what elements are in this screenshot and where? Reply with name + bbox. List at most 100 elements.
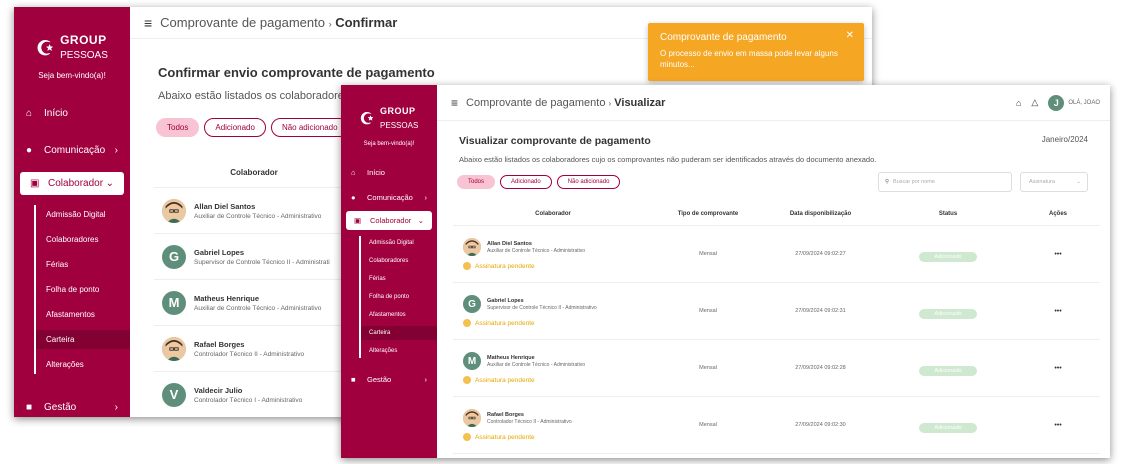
submenu-item[interactable]: Colaboradores bbox=[36, 230, 130, 249]
submenu-item[interactable]: Afastamentos bbox=[36, 305, 130, 324]
visualize-window: ☪ GROUP PESSOAS Seja bem-vindo(a)! ⌂ Iníci… bbox=[341, 85, 1110, 458]
nav-gestao[interactable]: ■ Gestão › bbox=[341, 370, 437, 389]
nav-comunicacao[interactable]: ● Comunicação › bbox=[14, 139, 130, 162]
home-icon: ⌂ bbox=[26, 108, 33, 119]
employee-role: Auxiliar de Controle Técnico - Administr… bbox=[194, 212, 322, 220]
table-row[interactable]: Allan Diel Santos Auxiliar de Controle Té… bbox=[453, 226, 1100, 283]
menu-icon[interactable]: ≡ bbox=[144, 15, 152, 31]
submenu-item[interactable]: Carteira bbox=[361, 326, 437, 340]
pending-dot-icon bbox=[463, 433, 471, 441]
chevron-right-icon: › bbox=[114, 145, 118, 156]
table-row[interactable]: M Matheus Henrique Auxiliar de Controle Té… bbox=[453, 340, 1100, 397]
submenu-item[interactable]: Folha de ponto bbox=[36, 280, 130, 299]
filter-nao-adicionado[interactable]: Não adicionado bbox=[556, 175, 621, 189]
col-colaborador: Colaborador bbox=[535, 210, 571, 217]
pending-dot-icon bbox=[463, 319, 471, 327]
person-photo-icon bbox=[463, 409, 481, 427]
table-row[interactable]: G Gabriel Lopes Supervisor de Controle Téc… bbox=[154, 234, 354, 280]
nav-gestao[interactable]: ■ Gestão › bbox=[14, 396, 130, 417]
toast-notification: ✕ Comprovante de pagamento O processo de… bbox=[648, 23, 864, 81]
chevron-down-icon: ⌄ bbox=[105, 178, 114, 189]
person-photo-icon bbox=[162, 336, 186, 361]
employee-role: Controlador Técnico I - Administrativo bbox=[194, 396, 303, 404]
status-badge: Adicionado bbox=[919, 423, 977, 433]
employee-name: Allan Diel Santos bbox=[194, 201, 256, 211]
signature-pending: Assinatura pendente bbox=[463, 262, 653, 270]
more-actions-icon[interactable]: ••• bbox=[1018, 251, 1098, 258]
avatar bbox=[162, 198, 186, 223]
signature-select[interactable]: Assinatura ⌄ bbox=[1020, 172, 1088, 192]
table-row[interactable]: Rafael Borges Controlador Técnico II - Ad… bbox=[154, 326, 354, 372]
submenu-item[interactable]: Afastamentos bbox=[361, 308, 437, 322]
more-actions-icon[interactable]: ••• bbox=[1018, 365, 1098, 372]
sidebar: ☪ GROUP PESSOAS Seja bem-vindo(a)! ⌂ Iníci… bbox=[14, 7, 130, 417]
briefcase-icon: ■ bbox=[26, 402, 33, 413]
payment-type: Mensal bbox=[699, 422, 717, 428]
chevron-right-icon: › bbox=[424, 375, 428, 384]
available-date: 27/09/2024 09:02:28 bbox=[795, 365, 846, 371]
menu-icon[interactable]: ≡ bbox=[451, 96, 458, 110]
submenu-item[interactable]: Férias bbox=[361, 272, 437, 286]
chevron-down-icon: ⌄ bbox=[1076, 179, 1081, 185]
nav-comunicacao[interactable]: ● Comunicação › bbox=[341, 188, 437, 207]
submenu-item[interactable]: Carteira bbox=[36, 330, 130, 349]
chat-icon: ● bbox=[26, 145, 33, 156]
page-subtitle: Abaixo estão listados os colaboradores c… bbox=[459, 155, 877, 164]
chevron-right-icon: › bbox=[424, 193, 428, 202]
home-icon[interactable]: ⌂ bbox=[1016, 98, 1021, 108]
avatar: V bbox=[162, 382, 186, 407]
submenu-item[interactable]: Folha de ponto bbox=[361, 290, 437, 304]
colaborador-list: Allan Diel Santos Auxiliar de Controle Té… bbox=[154, 187, 354, 417]
col-acoes: Ações bbox=[1048, 210, 1067, 217]
submenu-item[interactable]: Admissão Digital bbox=[361, 236, 437, 250]
nav-inicio[interactable]: ⌂ Início bbox=[14, 102, 130, 125]
more-actions-icon[interactable]: ••• bbox=[1018, 308, 1098, 315]
employee-role: Supervisor de Controle Técnico II - Admi… bbox=[194, 258, 330, 266]
nav-colaborador[interactable]: ▣ Colaborador ⌄ bbox=[20, 172, 124, 195]
logo: ☪ GROUP PESSOAS bbox=[14, 7, 130, 65]
nav-colaborador[interactable]: ▣ Colaborador ⌄ bbox=[346, 211, 432, 230]
toast-title: Comprovante de pagamento bbox=[660, 32, 787, 43]
search-input[interactable]: ⚲ Buscar por nome bbox=[878, 172, 1012, 192]
employee-role: Controlador Técnico II - Administrativo bbox=[487, 418, 572, 425]
submenu-item[interactable]: Colaboradores bbox=[361, 254, 437, 268]
close-icon[interactable]: ✕ bbox=[846, 29, 854, 42]
logo-line1: GROUP bbox=[380, 105, 416, 116]
filter-adicionado[interactable]: Adicionado bbox=[500, 175, 552, 189]
visualize-content: Visualizar comprovante de pagamento Jane… bbox=[447, 125, 1100, 458]
chevron-right-icon: › bbox=[114, 402, 118, 413]
submenu-item[interactable]: Alterações bbox=[36, 355, 130, 374]
employee-name: Valdecir Julio bbox=[194, 385, 243, 395]
chat-icon: ● bbox=[351, 193, 356, 202]
bell-icon[interactable]: △ bbox=[1031, 97, 1038, 108]
filter-todos[interactable]: Todos bbox=[156, 118, 200, 137]
employee-role: Supervisor de Controle Técnico II - Admi… bbox=[487, 304, 597, 311]
table-row[interactable]: G Gabriel Lopes Supervisor de Controle Téc… bbox=[453, 283, 1100, 340]
more-actions-icon[interactable]: ••• bbox=[1018, 422, 1098, 429]
signature-pending: Assinatura pendente bbox=[463, 433, 653, 441]
employee-name: Rafael Borges bbox=[194, 339, 245, 349]
available-date: 27/09/2024 09:02:30 bbox=[795, 422, 846, 428]
submenu-item[interactable]: Alterações bbox=[361, 344, 437, 358]
filter-nao-adicionado[interactable]: Não adicionado bbox=[270, 118, 349, 137]
submenu-item[interactable]: Admissão Digital bbox=[36, 205, 130, 224]
submenu-item[interactable]: Férias bbox=[36, 255, 130, 274]
filter-todos[interactable]: Todos bbox=[457, 175, 496, 189]
col-status: Status bbox=[938, 210, 958, 217]
table-row[interactable]: V Valdecir Julio Controlador Técnico I - A… bbox=[154, 372, 354, 417]
employee-name: Rafael Borges bbox=[487, 411, 524, 418]
nav-inicio[interactable]: ⌂ Início bbox=[341, 163, 437, 182]
search-icon: ⚲ bbox=[885, 179, 890, 185]
avatar: M bbox=[463, 352, 481, 370]
filter-adicionado[interactable]: Adicionado bbox=[204, 118, 266, 137]
table-row[interactable]: Rafael Borges Controlador Técnico II - Ad… bbox=[453, 397, 1100, 454]
pending-dot-icon bbox=[463, 376, 471, 384]
table-row[interactable]: M Matheus Henrique Auxiliar de Controle Té… bbox=[154, 280, 354, 326]
table-row[interactable]: Allan Diel Santos Auxiliar de Controle Té… bbox=[154, 188, 354, 234]
logo-line1: GROUP bbox=[60, 33, 107, 47]
avatar bbox=[463, 409, 481, 427]
employee-name: Matheus Henrique bbox=[194, 293, 260, 303]
avatar: M bbox=[162, 290, 186, 315]
colaborador-column-header: Colaborador bbox=[230, 167, 278, 177]
user-avatar[interactable]: J bbox=[1048, 94, 1065, 111]
